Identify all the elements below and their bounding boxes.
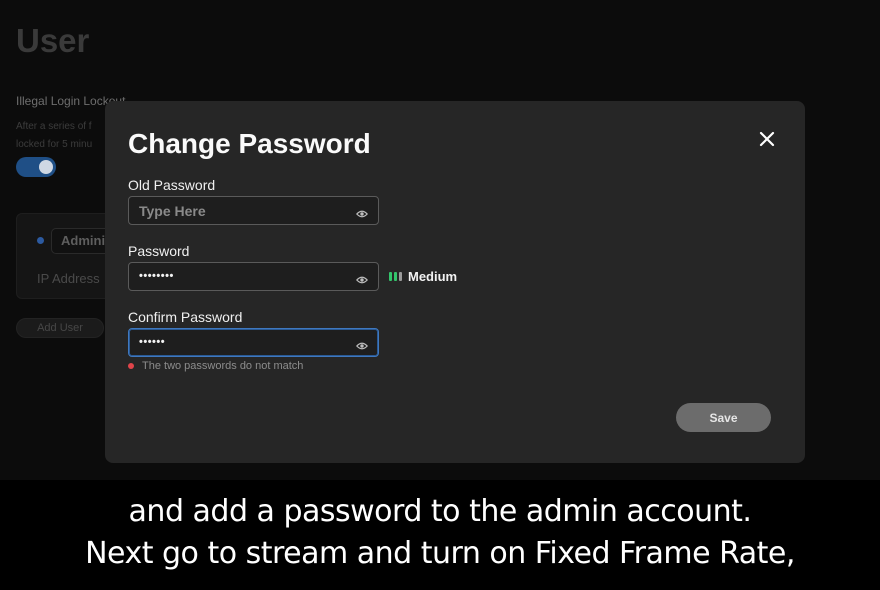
error-text: The two passwords do not match <box>142 360 304 372</box>
caption-line: and add a password to the admin account. <box>128 494 752 529</box>
strength-bar <box>389 271 392 281</box>
old-password-input[interactable] <box>139 197 349 224</box>
strength-bar <box>394 271 397 281</box>
old-password-label: Old Password <box>128 177 216 193</box>
lockout-description-line: locked for 5 minu <box>16 139 93 150</box>
strength-bar <box>399 271 402 281</box>
strength-bars-icon <box>389 271 402 281</box>
page-title: User <box>16 22 90 59</box>
lockout-description-line: After a series of f <box>16 121 92 132</box>
ip-address-label: IP Address <box>37 271 100 286</box>
close-icon[interactable] <box>756 128 778 150</box>
password-mismatch-error: The two passwords do not match <box>128 360 303 372</box>
admin-user-chip[interactable]: Admini <box>51 228 111 254</box>
user-card <box>16 213 116 299</box>
caption-line: Next go to stream and turn on Fixed Fram… <box>85 536 795 571</box>
save-button[interactable]: Save <box>676 403 771 432</box>
confirm-password-label: Confirm Password <box>128 309 243 325</box>
eye-icon[interactable] <box>355 338 369 350</box>
password-field[interactable]: •••••••• <box>128 262 379 291</box>
confirm-password-field[interactable]: •••••• <box>128 328 379 357</box>
password-value[interactable]: •••••••• <box>139 263 174 290</box>
password-label: Password <box>128 243 190 259</box>
eye-icon[interactable] <box>355 272 369 284</box>
error-dot-icon <box>128 363 134 369</box>
old-password-field[interactable] <box>128 196 379 225</box>
eye-icon[interactable] <box>355 206 369 218</box>
user-radio[interactable] <box>37 237 44 244</box>
strength-label: Medium <box>408 268 458 284</box>
lockout-toggle[interactable] <box>16 157 56 177</box>
confirm-password-value[interactable]: •••••• <box>139 329 165 356</box>
lockout-description: After a series of f locked for 5 minu <box>16 118 116 154</box>
change-password-dialog: Change Password Old Password Password ••… <box>105 101 805 463</box>
add-user-button[interactable]: Add User <box>16 318 104 338</box>
dialog-title: Change Password <box>128 128 371 159</box>
password-strength: Medium <box>389 268 457 284</box>
